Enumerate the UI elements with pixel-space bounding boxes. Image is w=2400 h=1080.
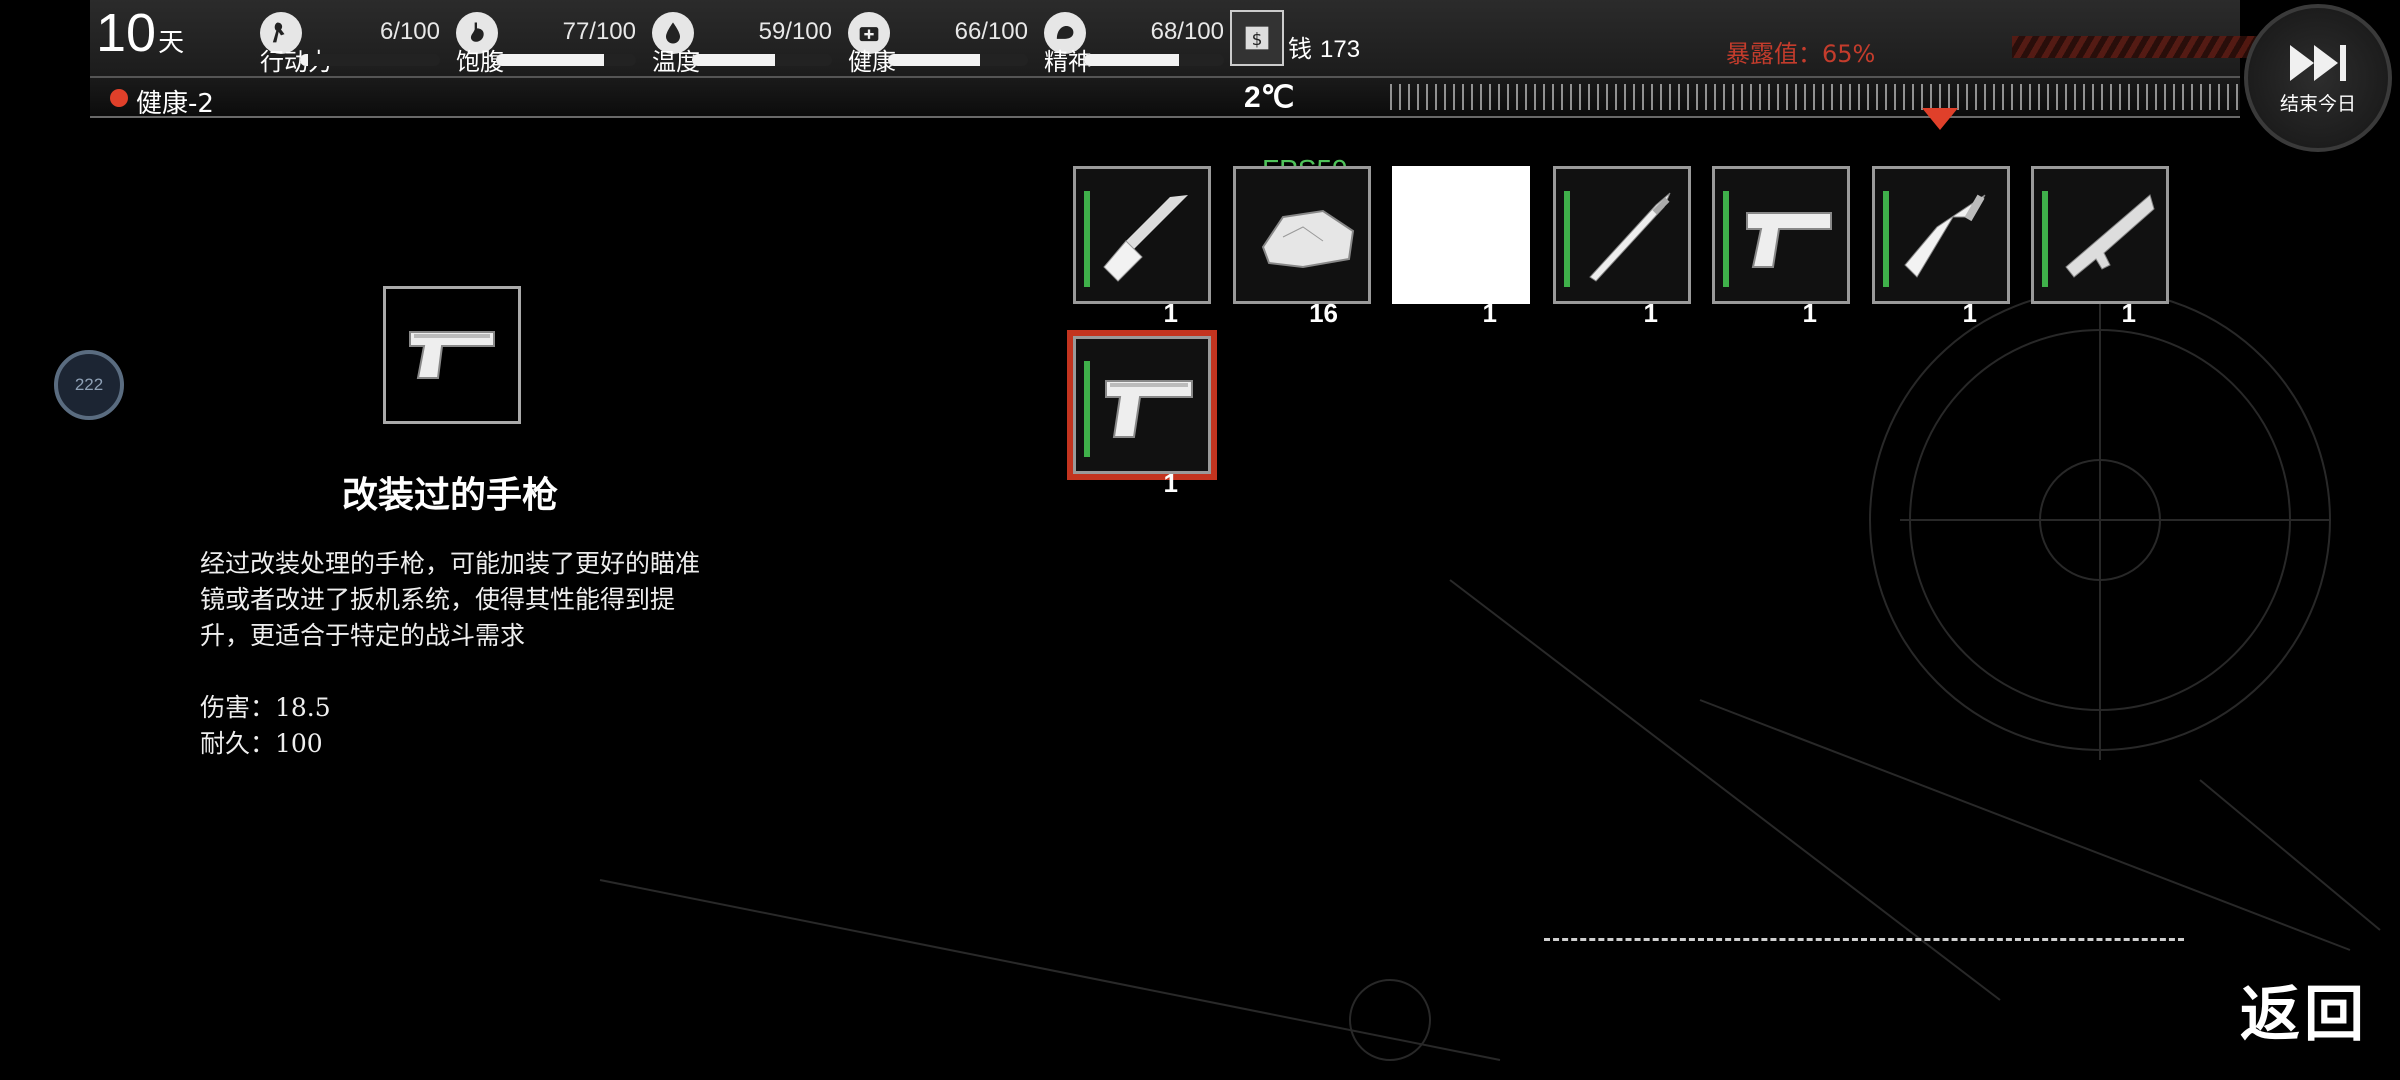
- end-day-button[interactable]: 结束今日: [2244, 4, 2392, 152]
- katana-icon: [1589, 192, 1671, 282]
- temperature-readout: 2℃: [1244, 81, 1295, 114]
- stat-health[interactable]: 健康 66/100: [848, 6, 1028, 76]
- stat-value: 68/100: [1150, 18, 1224, 45]
- inventory-slot[interactable]: 1: [2031, 166, 2169, 328]
- item-quantity: 1: [1802, 298, 1817, 328]
- status-indicator: [110, 89, 128, 107]
- inventory-slot[interactable]: 16: [1233, 166, 1371, 328]
- modified-pistol-icon: [409, 331, 495, 379]
- stat-bar: [1084, 54, 1224, 66]
- ore-icon: [1261, 209, 1355, 269]
- status-strip: 健康-2 2℃: [90, 78, 2240, 119]
- item-quantity: 16: [1309, 298, 1338, 328]
- end-day-label: 结束今日: [2279, 92, 2356, 115]
- stat-action[interactable]: 行动力 6/100: [260, 6, 440, 76]
- background-sketch: [599, 289, 2381, 1061]
- pistol-icon: [1746, 212, 1832, 268]
- stat-value: 59/100: [758, 18, 832, 45]
- status-text: 健康-2: [136, 89, 214, 119]
- exposure-value: 暴露值：65%: [1726, 40, 1876, 68]
- inventory-slot[interactable]: 1: [1553, 166, 1691, 328]
- stat-bar: [496, 54, 636, 66]
- item-quantity: 1: [1163, 468, 1178, 498]
- item-quantity: 1: [1962, 298, 1977, 328]
- item-quantity: 1: [1482, 298, 1497, 328]
- item-stats: 伤害：18.5 耐久：100: [200, 690, 331, 762]
- rifle-icon: [2065, 194, 2155, 278]
- stat-value: 77/100: [562, 18, 636, 45]
- back-button[interactable]: 返回: [2240, 966, 2368, 1053]
- time-marker: [1922, 108, 1958, 130]
- stat-satiety[interactable]: 饱腹 77/100: [456, 6, 636, 76]
- selected-item-icon: [383, 286, 521, 424]
- divider: [1544, 938, 2184, 941]
- fast-forward-icon: [2290, 44, 2346, 81]
- stat-bar: [888, 54, 1028, 66]
- item-title: 改装过的手枪: [341, 475, 558, 516]
- stat-bar: [300, 54, 440, 66]
- stat-bar: [692, 54, 832, 66]
- day-counter: 10 天: [96, 2, 184, 64]
- side-badge[interactable]: 222: [54, 350, 124, 420]
- day-number: 10: [96, 3, 157, 63]
- modified-pistol-icon: [1105, 380, 1193, 438]
- svg-text:$: $: [1252, 30, 1263, 50]
- cleaver-icon: [1904, 194, 1986, 278]
- stat-value: 6/100: [379, 18, 440, 45]
- item-durability: 耐久：100: [200, 729, 323, 758]
- inventory-slot-selected[interactable]: 1: [1073, 336, 1211, 498]
- stat-temperature[interactable]: 温度 59/100: [652, 6, 832, 76]
- stat-spirit[interactable]: 精神 68/100: [1044, 6, 1224, 76]
- item-quantity: 1: [1643, 298, 1658, 328]
- item-description: 经过改装处理的手枪，可能加装了更好的瞄准镜或者改进了扳机系统，使得其性能得到提升…: [200, 549, 701, 650]
- money-amount: 173: [1320, 36, 1361, 63]
- money-icon: $: [1230, 10, 1284, 66]
- side-badge-text: 222: [74, 375, 104, 394]
- item-quantity: 1: [1163, 298, 1178, 328]
- item-damage: 伤害：18.5: [200, 693, 331, 722]
- top-hud: 10 天 行动力 6/100 饱腹 77/100 温度 59/100 健康 66…: [90, 0, 2262, 78]
- inventory-slot[interactable]: 1: [1712, 166, 1850, 328]
- inventory-slot[interactable]: 1: [1073, 166, 1211, 328]
- time-ruler: [1390, 84, 2240, 110]
- money-label: 钱: [1288, 35, 1312, 63]
- inventory-slot[interactable]: 1: [1872, 166, 2010, 328]
- money-display: $ 钱 173: [1230, 10, 1360, 66]
- inventory-slot-blank[interactable]: 1: [1392, 166, 1530, 328]
- shovel-icon: [1103, 195, 1188, 282]
- stat-value: 66/100: [954, 18, 1028, 45]
- exposure-bar: [2012, 36, 2262, 58]
- item-quantity: 1: [2121, 298, 2136, 328]
- day-unit: 天: [158, 28, 185, 58]
